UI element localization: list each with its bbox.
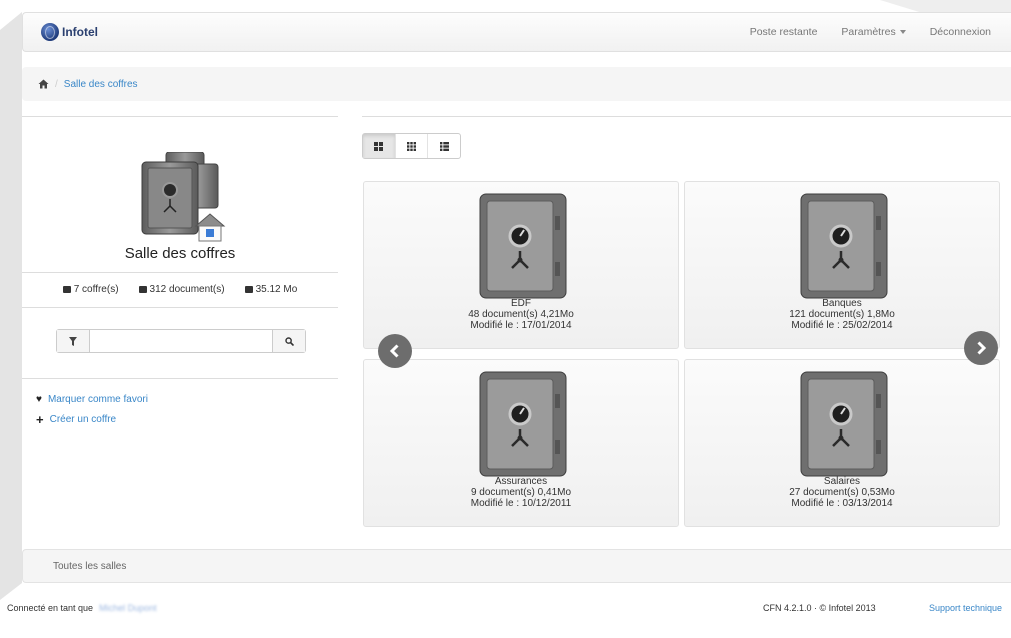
vault-card-text: EDF 48 document(s) 4,21Mo Modifié le : 1… <box>364 298 678 331</box>
home-icon[interactable] <box>38 79 49 89</box>
safe-icon <box>800 193 888 299</box>
nav-links: Poste restante Paramètres Déconnexion <box>750 26 991 38</box>
carousel-prev-button[interactable] <box>378 334 412 368</box>
divider <box>362 116 1011 117</box>
safe-icon <box>800 371 888 477</box>
room-actions: ♥ Marquer comme favori + Créer un coffre <box>36 394 148 434</box>
small-grid-icon <box>407 141 416 151</box>
version-info: CFN 4.2.1.0 · © Infotel 2013 <box>763 603 876 613</box>
room-stats: 7 coffre(s) 312 document(s) 35.12 Mo <box>22 284 338 295</box>
view-list-button[interactable] <box>428 134 460 158</box>
vault-name: Assurances <box>494 476 548 487</box>
divider <box>22 307 338 308</box>
vault-card-edf[interactable]: EDF 48 document(s) 4,21Mo Modifié le : 1… <box>363 181 679 349</box>
safe-icon <box>479 193 567 299</box>
briefcase-icon <box>138 286 147 293</box>
brand-logo[interactable]: Infotel <box>41 23 98 41</box>
globe-logo-icon <box>41 23 59 41</box>
coffres-count: 7 coffre(s) <box>62 284 119 295</box>
chevron-left-icon <box>389 344 399 358</box>
safe-icon <box>479 371 567 477</box>
view-small-grid-button[interactable] <box>396 134 429 158</box>
filter-icon <box>69 336 77 346</box>
vault-name: EDF <box>511 298 531 309</box>
coffres-count-text: 7 coffre(s) <box>73 284 119 295</box>
vault-modified: Modifié le : 10/12/2011 <box>470 498 572 509</box>
carousel-next-button[interactable] <box>964 331 998 365</box>
search-icon <box>284 336 294 346</box>
brand-name: Infotel <box>62 25 98 39</box>
create-vault-action[interactable]: + Créer un coffre <box>36 411 148 427</box>
favorite-action[interactable]: ♥ Marquer comme favori <box>36 394 148 405</box>
vault-modified: Modifié le : 03/13/2014 <box>791 498 893 509</box>
chevron-right-icon <box>977 341 987 355</box>
page: Infotel Poste restante Paramètres Déconn… <box>0 0 1011 638</box>
caret-down-icon <box>899 30 906 35</box>
breadcrumb-current[interactable]: Salle des coffres <box>64 79 138 90</box>
view-mode-toggle <box>362 133 461 159</box>
lock-icon <box>62 286 71 293</box>
total-size: 35.12 Mo <box>244 284 298 295</box>
vault-docs: 121 document(s) 1,8Mo <box>789 309 895 320</box>
vault-card-text: Salaires 27 document(s) 0,53Mo Modifié l… <box>685 476 999 509</box>
create-vault-link[interactable]: Créer un coffre <box>50 414 117 425</box>
vault-docs: 9 document(s) 0,41Mo <box>470 487 572 498</box>
vault-docs: 27 document(s) 0,53Mo <box>789 487 895 498</box>
view-large-grid-button[interactable] <box>363 134 396 158</box>
vault-card-banques[interactable]: Banques 121 document(s) 1,8Mo Modifié le… <box>684 181 1000 349</box>
vault-name: Banques <box>822 298 862 309</box>
heart-icon: ♥ <box>36 394 42 405</box>
all-rooms-label: Toutes les salles <box>53 560 127 572</box>
vault-room-title: Salle des coffres <box>124 245 236 262</box>
vault-docs: 48 document(s) 4,21Mo <box>468 309 574 320</box>
nav-parametres-dropdown[interactable]: Paramètres <box>841 26 906 38</box>
filter-button[interactable] <box>57 330 90 352</box>
support-link[interactable]: Support technique <box>929 603 1002 613</box>
large-grid-icon <box>374 141 384 151</box>
nav-poste-restante[interactable]: Poste restante <box>750 26 818 38</box>
divider <box>22 378 338 379</box>
search-input[interactable] <box>90 330 272 352</box>
vault-card-assurances[interactable]: Assurances 9 document(s) 0,41Mo Modifié … <box>363 359 679 527</box>
vault-name: Salaires <box>823 476 861 487</box>
vault-card-salaires[interactable]: Salaires 27 document(s) 0,53Mo Modifié l… <box>684 359 1000 527</box>
search-button[interactable] <box>272 330 305 352</box>
connected-as: Connecté en tant que Michel Dupont <box>7 603 157 613</box>
list-icon <box>439 141 449 151</box>
documents-count-text: 312 document(s) <box>149 284 225 295</box>
plus-icon: + <box>36 411 44 427</box>
breadcrumb-separator: / <box>55 78 58 90</box>
nav-deconnexion[interactable]: Déconnexion <box>930 26 991 38</box>
vault-modified: Modifié le : 25/02/2014 <box>791 320 893 331</box>
vault-modified: Modifié le : 17/01/2014 <box>470 320 572 331</box>
vault-card-text: Assurances 9 document(s) 0,41Mo Modifié … <box>364 476 678 509</box>
vault-card-text: Banques 121 document(s) 1,8Mo Modifié le… <box>685 298 999 331</box>
breadcrumb: / Salle des coffres <box>22 67 1011 101</box>
divider <box>22 116 338 117</box>
favorite-link[interactable]: Marquer comme favori <box>48 394 148 405</box>
documents-count: 312 document(s) <box>138 284 225 295</box>
connected-as-label: Connecté en tant que <box>7 603 94 613</box>
divider <box>22 272 338 273</box>
all-rooms-bar[interactable]: Toutes les salles <box>22 549 1011 583</box>
connected-username[interactable]: Michel Dupont <box>99 603 157 613</box>
footer: Connecté en tant que Michel Dupont CFN 4.… <box>0 603 1011 617</box>
nav-parametres-label: Paramètres <box>841 26 896 38</box>
left-panel: Salle des coffres 7 coffre(s) 312 docume… <box>22 116 338 426</box>
top-navbar: Infotel Poste restante Paramètres Déconn… <box>22 12 1011 52</box>
vault-search <box>56 329 306 353</box>
vault-room-icon <box>141 152 226 242</box>
storage-icon <box>244 286 253 293</box>
total-size-text: 35.12 Mo <box>255 284 298 295</box>
